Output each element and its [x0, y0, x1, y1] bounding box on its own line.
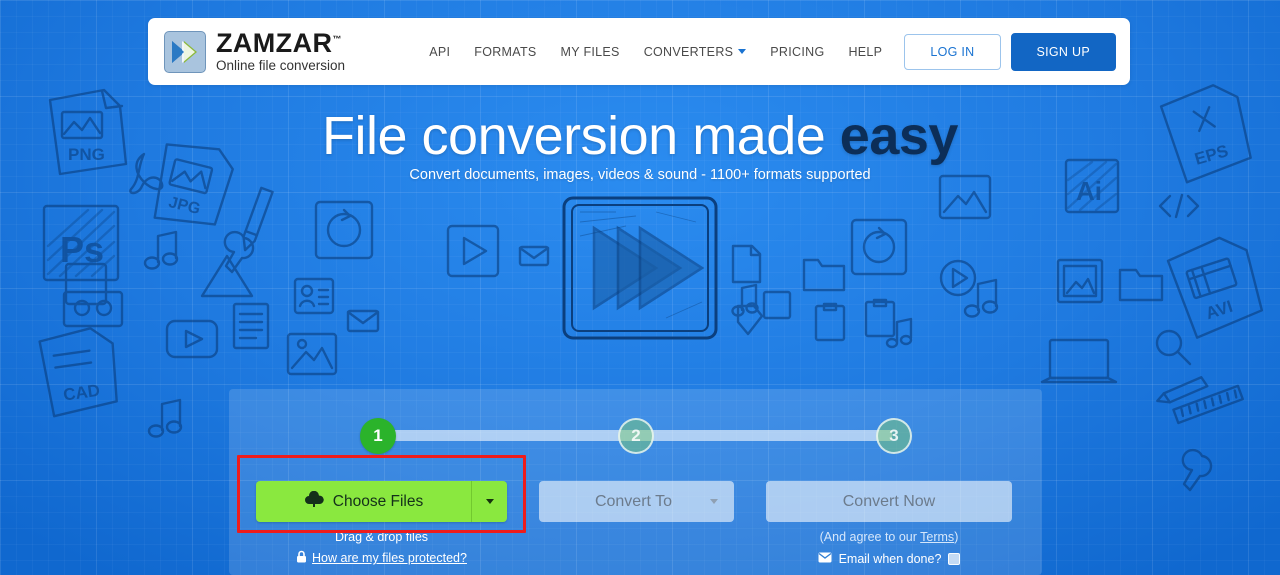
terms-link[interactable]: Terms — [920, 530, 954, 544]
doodle-code-brackets-icon — [1158, 193, 1200, 219]
email-when-done-row: Email when done? — [766, 552, 1012, 566]
doodle-box-icon — [762, 290, 792, 320]
doodle-music-note-icon — [143, 230, 179, 270]
svg-text:JPG: JPG — [167, 194, 202, 218]
doodle-note-icon — [731, 283, 759, 317]
nav-formats[interactable]: FORMATS — [462, 39, 548, 65]
nav-formats-label: FORMATS — [474, 44, 537, 59]
nav-help-label: HELP — [848, 44, 883, 59]
convert-to-select[interactable]: Convert To — [539, 481, 734, 522]
doodle-wrench-icon — [223, 230, 255, 274]
main-navigation: API FORMATS MY FILES CONVERTERS PRICING … — [417, 32, 1116, 71]
choose-files-control[interactable]: Choose Files — [256, 481, 507, 522]
files-protected-link[interactable]: How are my files protected? — [312, 551, 467, 565]
hero-subtitle: Convert documents, images, videos & soun… — [409, 167, 871, 183]
nav-api-label: API — [429, 44, 451, 59]
files-protected-row: How are my files protected? — [256, 550, 507, 566]
doodle-triangle-icon — [200, 254, 254, 298]
doodle-laptop-icon — [1040, 338, 1118, 384]
login-button[interactable]: LOG IN — [904, 33, 1001, 70]
brand-name: ZAMZAR — [216, 28, 333, 59]
page-title: File conversion made easy — [0, 105, 1280, 167]
doodle-photo-frame-icon — [1056, 258, 1104, 304]
doodle-play-tile-icon — [446, 224, 500, 278]
doodle-music-note-3-icon — [963, 278, 999, 318]
step-3[interactable]: 3 — [876, 418, 912, 454]
choose-files-button[interactable]: Choose Files — [256, 481, 472, 522]
doodle-list-document-icon — [232, 302, 270, 350]
doodle-wrench-right-icon — [1181, 448, 1213, 492]
terms-agreement: (And agree to our Terms) — [766, 530, 1012, 544]
nav-pricing[interactable]: PRICING — [758, 39, 836, 65]
doodle-video-tile-icon — [165, 319, 219, 359]
doodle-music-small-icon — [885, 317, 913, 349]
logo[interactable]: ZAMZAR™ Online file conversion — [164, 30, 345, 73]
nav-converters-label: CONVERTERS — [643, 44, 734, 59]
doodle-play-circle-icon — [939, 259, 977, 297]
doodle-tag-icon — [736, 304, 764, 336]
svg-text:Ps: Ps — [60, 229, 104, 270]
terms-prefix: (And agree to our — [819, 530, 921, 544]
doodle-shape-icon — [64, 262, 108, 306]
svg-text:CAD: CAD — [62, 381, 101, 405]
cloud-upload-icon — [304, 490, 324, 512]
doodle-magnifier-icon — [1155, 329, 1192, 366]
lock-icon — [296, 550, 307, 566]
nav-api[interactable]: API — [417, 39, 462, 65]
step-2[interactable]: 2 — [618, 418, 654, 454]
signup-button[interactable]: SIGN UP — [1010, 32, 1116, 71]
hero-title-light: File conversion made — [322, 106, 840, 166]
doodle-envelope-2-icon — [346, 309, 380, 333]
email-when-done-checkbox[interactable] — [948, 553, 961, 565]
doodle-clipboard-2-icon — [864, 298, 896, 338]
doodle-contact-card-icon — [293, 277, 335, 315]
logo-tagline: Online file conversion — [216, 58, 346, 74]
zamzar-homepage: PNG JPG Ps CAD EPS Ai AVI ZAMZAR™ Online… — [0, 0, 1280, 575]
sketch-fast-forward-play-icon — [556, 192, 724, 344]
doodle-pencil-icon — [242, 186, 274, 252]
hero-title-bold: easy — [839, 106, 959, 166]
convert-to-label: Convert To — [594, 492, 673, 510]
nav-my-files-label: MY FILES — [560, 44, 620, 59]
email-when-done-label: Email when done? — [838, 552, 942, 566]
chevron-down-icon — [738, 49, 747, 54]
doodle-cassette-icon — [62, 290, 124, 328]
step-indicator: 1 2 3 — [360, 418, 912, 454]
trademark-symbol: ™ — [332, 34, 342, 45]
chevron-down-icon — [710, 499, 718, 504]
doodle-image-tile-icon — [286, 332, 338, 376]
doodle-folder-icon — [802, 258, 846, 292]
convert-now-button[interactable]: Convert Now — [766, 481, 1012, 522]
zamzar-chevrons-logo-icon — [164, 30, 206, 73]
doodle-music-note-2-icon — [147, 398, 183, 438]
doodle-refresh-tile-2-icon — [850, 218, 908, 276]
doodle-clipboard-icon — [814, 302, 846, 342]
doodle-folder-right-icon — [1118, 268, 1164, 302]
drag-drop-hint: Drag & drop files — [334, 530, 429, 544]
nav-my-files[interactable]: MY FILES — [549, 39, 632, 65]
doodle-pencil-ruler-icon — [1156, 376, 1244, 425]
doodle-refresh-tile-icon — [314, 200, 374, 260]
step-1[interactable]: 1 — [360, 418, 396, 454]
envelope-icon — [818, 552, 832, 566]
terms-suffix: ) — [954, 530, 959, 544]
doodle-document-icon — [731, 244, 762, 284]
chevron-down-icon — [485, 499, 494, 504]
nav-converters[interactable]: CONVERTERS — [632, 39, 759, 65]
choose-files-label: Choose Files — [332, 492, 424, 510]
doodle-cad-file-icon: CAD — [38, 327, 118, 418]
svg-text:AVI: AVI — [1203, 297, 1235, 323]
nav-help[interactable]: HELP — [836, 39, 894, 65]
choose-files-dropdown-toggle[interactable] — [472, 481, 507, 522]
doodle-avi-file-icon: AVI — [1166, 236, 1264, 339]
doodle-photoshop-icon: Ps — [42, 204, 120, 282]
site-header: ZAMZAR™ Online file conversion API FORMA… — [148, 18, 1130, 85]
nav-pricing-label: PRICING — [770, 44, 825, 59]
doodle-envelope-icon — [518, 245, 550, 267]
